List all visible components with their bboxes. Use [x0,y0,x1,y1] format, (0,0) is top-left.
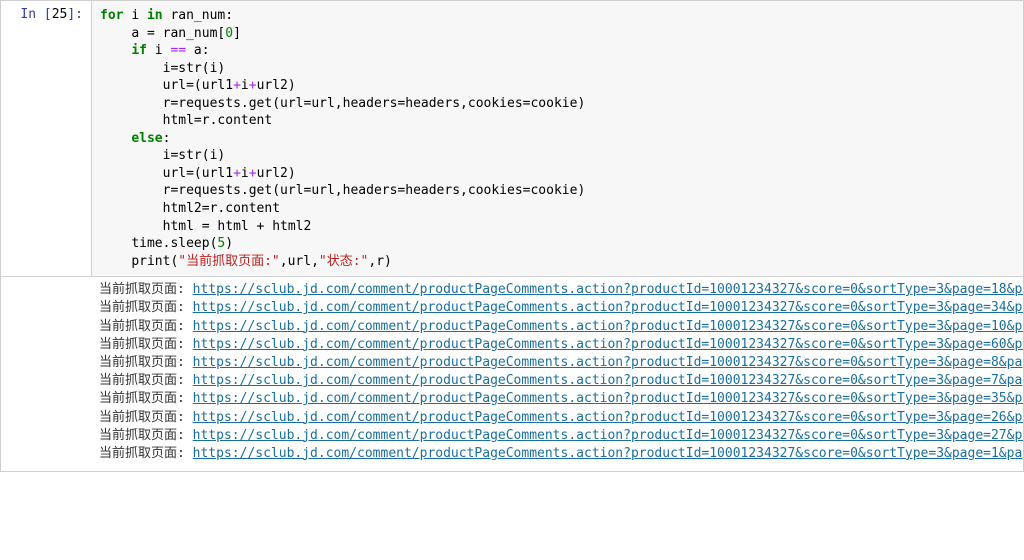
code-cell: In [25]: for i in ran_num: a = ran_num[0… [1,0,1023,277]
output-area[interactable]: 当前抓取页面: https://sclub.jd.com/comment/pro… [91,277,1023,471]
output-prompt-spacer [1,277,91,471]
output-prefix-label: 当前抓取页面: [99,355,193,370]
output-url-link[interactable]: https://sclub.jd.com/comment/productPage… [193,355,1023,370]
output-url-link[interactable]: https://sclub.jd.com/comment/productPage… [193,319,1023,334]
output-line: 当前抓取页面: https://sclub.jd.com/comment/pro… [99,409,1015,427]
output-prefix-label: 当前抓取页面: [99,410,193,425]
code-input-area[interactable]: for i in ran_num: a = ran_num[0] if i ==… [91,1,1023,276]
output-prefix-label: 当前抓取页面: [99,300,193,315]
output-line: 当前抓取页面: https://sclub.jd.com/comment/pro… [99,336,1015,354]
output-line: 当前抓取页面: https://sclub.jd.com/comment/pro… [99,427,1015,445]
output-line: 当前抓取页面: https://sclub.jd.com/comment/pro… [99,299,1015,317]
output-line: 当前抓取页面: https://sclub.jd.com/comment/pro… [99,390,1015,408]
output-prefix-label: 当前抓取页面: [99,337,193,352]
output-prefix-label: 当前抓取页面: [99,319,193,334]
notebook-cell-container: In [25]: for i in ran_num: a = ran_num[0… [0,0,1024,472]
output-line: 当前抓取页面: https://sclub.jd.com/comment/pro… [99,372,1015,390]
output-prefix-label: 当前抓取页面: [99,428,193,443]
output-cell: 当前抓取页面: https://sclub.jd.com/comment/pro… [1,277,1023,471]
output-prefix-label: 当前抓取页面: [99,391,193,406]
output-prefix-label: 当前抓取页面: [99,373,193,388]
prompt-in-label: In [20,7,36,22]
output-line: 当前抓取页面: https://sclub.jd.com/comment/pro… [99,354,1015,372]
prompt-bracket-open: [ [44,7,52,22]
output-url-link[interactable]: https://sclub.jd.com/comment/productPage… [193,300,1023,315]
output-line: 当前抓取页面: https://sclub.jd.com/comment/pro… [99,445,1015,463]
input-prompt: In [25]: [1,1,91,276]
code-block[interactable]: for i in ran_num: a = ran_num[0] if i ==… [100,7,1015,270]
output-url-link[interactable]: https://sclub.jd.com/comment/productPage… [193,391,1023,406]
output-prefix-label: 当前抓取页面: [99,446,193,461]
prompt-bracket-close: ]: [67,7,83,22]
output-url-link[interactable]: https://sclub.jd.com/comment/productPage… [193,282,1023,297]
output-url-link[interactable]: https://sclub.jd.com/comment/productPage… [193,337,1023,352]
prompt-exec-count: 25 [52,7,68,22]
output-url-link[interactable]: https://sclub.jd.com/comment/productPage… [193,410,1023,425]
output-prefix-label: 当前抓取页面: [99,282,193,297]
output-url-link[interactable]: https://sclub.jd.com/comment/productPage… [193,446,1023,461]
output-line: 当前抓取页面: https://sclub.jd.com/comment/pro… [99,281,1015,299]
output-line: 当前抓取页面: https://sclub.jd.com/comment/pro… [99,318,1015,336]
output-url-link[interactable]: https://sclub.jd.com/comment/productPage… [193,428,1023,443]
output-url-link[interactable]: https://sclub.jd.com/comment/productPage… [193,373,1023,388]
